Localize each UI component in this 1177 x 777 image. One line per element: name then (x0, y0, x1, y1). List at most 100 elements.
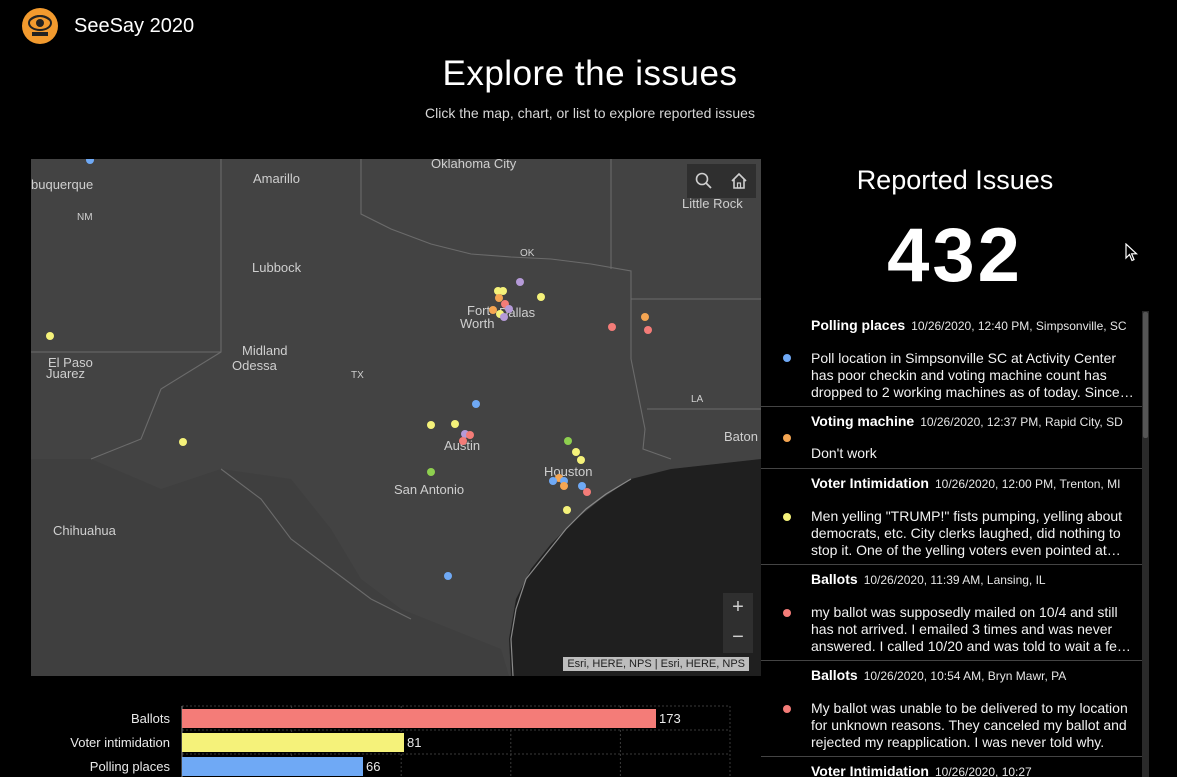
issue-meta: 10/26/2020, 12:37 PM, Rapid City, SD (920, 415, 1123, 429)
map-point[interactable] (444, 572, 452, 580)
home-icon (731, 172, 747, 189)
map-label-tx: TX (351, 370, 364, 381)
map-point[interactable] (459, 437, 467, 445)
eye-icon (28, 15, 52, 36)
map-point[interactable] (564, 437, 572, 445)
bar-category-label: Polling places (89, 759, 170, 774)
issue-category: Ballots (811, 571, 858, 587)
map-point[interactable] (608, 323, 616, 331)
map-label-baton: Baton (724, 429, 758, 444)
issue-color-dot (783, 434, 791, 442)
page-subtitle: Click the map, chart, or list to explore… (425, 105, 755, 121)
issue-description: My ballot was unable to be delivered to … (811, 700, 1128, 750)
app-header: SeeSay 2020 (0, 0, 1177, 56)
map-label-lubbock: Lubbock (252, 260, 302, 275)
map-label-little-rock: Little Rock (682, 196, 743, 211)
issue-meta: 10/26/2020, 11:39 AM, Lansing, IL (863, 573, 1046, 587)
map-attribution[interactable]: Esri, HERE, NPS | Esri, HERE, NPS (563, 657, 749, 671)
map-label-ok: OK (520, 248, 535, 259)
map-point[interactable] (516, 278, 524, 286)
bar[interactable] (182, 733, 404, 752)
map-label-worth: Worth (460, 316, 495, 331)
issue-color-dot (783, 609, 791, 617)
seesay-logo[interactable] (22, 8, 58, 44)
issue-list[interactable]: Polling places 10/26/2020, 12:40 PM, Simp… (761, 311, 1142, 777)
list-item[interactable]: Voter Intimidation 10/26/2020, 10:27 (761, 757, 1142, 777)
issue-header: Voting machine 10/26/2020, 12:37 PM, Rapi… (811, 413, 1123, 431)
page-title: Explore the issues (442, 54, 738, 93)
map-label-odessa: Odessa (232, 358, 277, 373)
issues-map[interactable]: buquerque NM Amarillo Oklahoma City Litt… (31, 159, 761, 676)
map-point[interactable] (427, 468, 435, 476)
map-base (31, 159, 761, 676)
map-point[interactable] (427, 421, 435, 429)
issue-header: Ballots 10/26/2020, 11:39 AM, Lansing, IL (811, 571, 1046, 589)
reported-issues-title: Reported Issues (856, 165, 1054, 195)
bar[interactable] (182, 709, 656, 728)
list-item[interactable]: Ballots 10/26/2020, 10:54 AM, Bryn Mawr, … (761, 661, 1142, 757)
map-point[interactable] (644, 326, 652, 334)
map-label-albuquerque: buquerque (31, 177, 94, 192)
map-home-button[interactable] (722, 164, 756, 198)
issue-color-dot (783, 354, 791, 362)
map-point[interactable] (46, 332, 54, 340)
issue-color-dot (783, 513, 791, 521)
map-point[interactable] (577, 456, 585, 464)
app-title: SeeSay 2020 (74, 15, 195, 37)
map-point[interactable] (466, 431, 474, 439)
map-point[interactable] (537, 293, 545, 301)
map-point[interactable] (500, 313, 508, 321)
map-point[interactable] (472, 400, 480, 408)
map-label-oklahoma-city: Oklahoma City (431, 159, 517, 171)
zoom-out-button[interactable]: − (723, 623, 753, 653)
zoom-controls: + − (723, 593, 753, 653)
issue-category: Voter Intimidation (811, 763, 929, 777)
map-point[interactable] (560, 482, 568, 490)
issue-header: Voter Intimidation 10/26/2020, 10:27 (811, 763, 1032, 777)
bar-value-label: 66 (366, 759, 381, 774)
map-point[interactable] (505, 305, 513, 313)
map-point[interactable] (179, 438, 187, 446)
issue-description: Don't work (811, 445, 877, 461)
zoom-in-button[interactable]: + (723, 593, 753, 623)
issue-meta: 10/26/2020, 12:40 PM, Simpsonville, SC (911, 319, 1127, 333)
issues-bar-chart[interactable]: Ballots 173 Voter intimidation 81 Polling pl… (31, 700, 761, 777)
issue-meta: 10/26/2020, 12:00 PM, Trenton, MI (934, 477, 1121, 491)
issue-category: Polling places (811, 317, 906, 333)
map-toolbar (687, 164, 756, 198)
cursor-icon (1125, 243, 1139, 262)
issue-description: my ballot was supposedly mailed on 10/4 … (811, 604, 1127, 654)
issue-color-dot (783, 705, 791, 713)
list-item[interactable]: Ballots 10/26/2020, 11:39 AM, Lansing, IL… (761, 565, 1142, 661)
map-point[interactable] (641, 313, 649, 321)
list-item[interactable]: Voting machine 10/26/2020, 12:37 PM, Rapi… (761, 407, 1142, 469)
bar-category-label: Voter intimidation (70, 735, 170, 750)
map-point[interactable] (451, 420, 459, 428)
issue-description: Men yelling "TRUMP!" fists pumping, yell… (811, 508, 1123, 558)
map-point[interactable] (563, 506, 571, 514)
map-label-nm: NM (77, 212, 93, 223)
map-point[interactable] (572, 448, 580, 456)
map-label-la: LA (691, 394, 704, 405)
list-item[interactable]: Voter Intimidation 10/26/2020, 12:00 PM, … (761, 469, 1142, 565)
map-point[interactable] (583, 488, 591, 496)
map-label-chihuahua: Chihuahua (53, 523, 116, 538)
reported-issues-count: 432 (887, 213, 1023, 298)
issue-header: Ballots 10/26/2020, 10:54 AM, Bryn Mawr, … (811, 667, 1066, 685)
issue-header: Polling places 10/26/2020, 12:40 PM, Simp… (811, 317, 1127, 335)
map-label-san-antonio: San Antonio (394, 482, 465, 497)
map-point[interactable] (549, 477, 557, 485)
issue-header: Voter Intimidation 10/26/2020, 12:00 PM, … (811, 475, 1120, 493)
list-item[interactable]: Polling places 10/26/2020, 12:40 PM, Simp… (761, 311, 1142, 407)
issue-list-scroll-thumb[interactable] (1143, 312, 1148, 438)
issue-meta: 10/26/2020, 10:54 AM, Bryn Mawr, PA (863, 669, 1067, 683)
issue-category: Voter Intimidation (811, 475, 929, 491)
map-label-midland: Midland (242, 343, 288, 358)
map-search-button[interactable] (687, 164, 721, 198)
bar[interactable] (182, 757, 363, 776)
bar-value-label: 173 (659, 711, 681, 726)
issue-category: Voting machine (811, 413, 915, 429)
issue-meta: 10/26/2020, 10:27 (934, 765, 1032, 777)
bar-category-label: Ballots (130, 711, 170, 726)
map-label-amarillo: Amarillo (253, 171, 300, 186)
